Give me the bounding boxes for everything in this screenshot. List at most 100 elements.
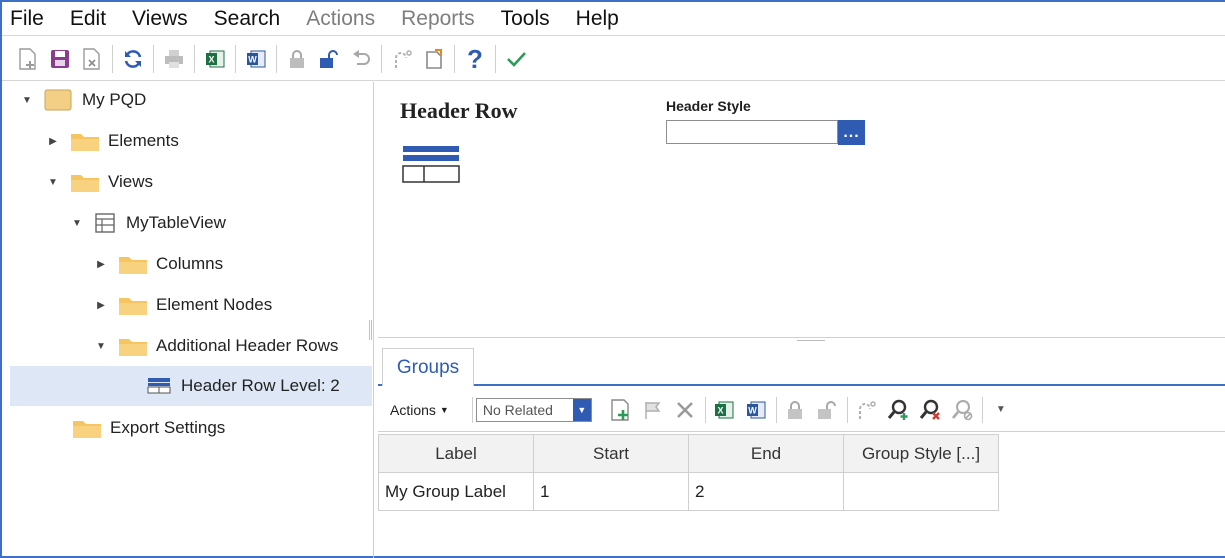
refresh-icon[interactable] [117, 43, 149, 75]
menu-views[interactable]: Views [118, 2, 200, 36]
save-icon[interactable] [44, 43, 76, 75]
detail-panel: Header Row Header Style ... [378, 82, 1225, 338]
lock-icon[interactable] [281, 43, 313, 75]
folder-icon [72, 417, 102, 439]
cell-label[interactable]: My Group Label [378, 472, 534, 511]
redo-icon[interactable] [851, 395, 881, 425]
tree-item-export-settings[interactable]: Export Settings [70, 410, 225, 446]
tree-label: Header Row Level: 2 [181, 376, 340, 395]
tree-item-element-nodes[interactable]: ▶ Element Nodes [94, 287, 272, 323]
actions-dropdown[interactable]: Actions ▼ [390, 402, 449, 418]
tree-label: Element Nodes [156, 295, 273, 314]
chevron-down-icon[interactable]: ▼ [94, 339, 108, 353]
menu-edit[interactable]: Edit [56, 2, 118, 36]
toolbar-separator [471, 396, 473, 423]
toolbar-separator [235, 44, 236, 73]
tree-item-views[interactable]: ▼ Views [46, 164, 153, 200]
tree-item-columns[interactable]: ▶ Columns [94, 246, 223, 282]
related-combo[interactable]: No Related ▼ [475, 397, 592, 422]
chevron-right-icon[interactable]: ▶ [94, 257, 108, 271]
toolbar-separator [981, 396, 983, 423]
svg-text:W: W [248, 54, 257, 64]
header-style-input[interactable] [666, 120, 838, 144]
word-icon[interactable]: W [240, 43, 272, 75]
excel-icon[interactable]: X [199, 43, 231, 75]
find-remove-icon[interactable] [915, 395, 945, 425]
column-header-end[interactable]: End [688, 434, 844, 473]
main-toolbar: X W ? [2, 37, 1225, 81]
toolbar-separator [381, 44, 382, 73]
menu-file[interactable]: File [2, 2, 56, 36]
tree-item-my-pqd[interactable]: ▼ My PQD [20, 82, 146, 118]
cell-end[interactable]: 2 [688, 472, 844, 511]
horizontal-splitter-grip[interactable] [797, 340, 825, 342]
lock-icon[interactable] [780, 395, 810, 425]
add-row-icon[interactable] [606, 395, 636, 425]
excel-icon[interactable]: X [709, 395, 739, 425]
redo-icon[interactable] [386, 43, 418, 75]
groups-toolbar: Actions ▼ No Related ▼ X W ▼ [378, 388, 1225, 432]
check-icon[interactable] [500, 43, 532, 75]
column-header-start[interactable]: Start [533, 434, 689, 473]
chevron-right-icon[interactable]: ▶ [94, 298, 108, 312]
column-header-group-style[interactable]: Group Style [...] [843, 434, 999, 473]
toolbar-separator [153, 44, 154, 73]
menu-help[interactable]: Help [562, 2, 631, 36]
toolbar-separator [704, 396, 706, 423]
menu-actions[interactable]: Actions [292, 2, 387, 36]
tree-item-mytableview[interactable]: ▼ MyTableView [70, 205, 226, 241]
find-add-icon[interactable] [883, 395, 913, 425]
toolbar-separator [112, 44, 113, 73]
word-icon[interactable]: W [741, 395, 771, 425]
undo-icon[interactable] [345, 43, 377, 75]
menu-tools[interactable]: Tools [487, 2, 562, 36]
menu-reports[interactable]: Reports [387, 2, 487, 36]
chevron-down-icon[interactable]: ▼ [46, 175, 60, 189]
chevron-down-icon[interactable]: ▼ [20, 93, 34, 107]
page-title: Header Row [400, 98, 518, 123]
toolbar-separator [276, 44, 277, 73]
more-dropdown-icon[interactable]: ▼ [986, 395, 1016, 425]
find-clear-icon[interactable] [947, 395, 977, 425]
chevron-right-icon[interactable]: ▶ [46, 134, 60, 148]
tree-item-elements[interactable]: ▶ Elements [46, 123, 179, 159]
unlock-icon[interactable] [812, 395, 842, 425]
tree-item-header-row-level[interactable]: Header Row Level: 2 [10, 366, 372, 406]
svg-text:?: ? [467, 46, 483, 72]
column-header-label[interactable]: Label [378, 434, 534, 473]
cell-start[interactable]: 1 [533, 472, 689, 511]
tab-strip: Groups [378, 346, 1225, 386]
tree-item-additional-header-rows[interactable]: ▼ Additional Header Rows [94, 328, 338, 364]
tree-label: Views [108, 172, 154, 191]
toolbar-separator [775, 396, 777, 423]
header-row-large-icon [402, 144, 460, 191]
header-row-icon [147, 375, 173, 397]
tree-label: MyTableView [126, 213, 226, 232]
folder-icon [70, 130, 100, 152]
folder-icon [70, 171, 100, 193]
cell-group-style[interactable] [843, 472, 999, 511]
menu-search[interactable]: Search [200, 2, 293, 36]
vertical-splitter-grip[interactable] [369, 320, 372, 340]
tree-label: My PQD [82, 90, 147, 109]
help-icon[interactable]: ? [459, 43, 491, 75]
tree-label: Export Settings [110, 418, 226, 437]
print-icon[interactable] [158, 43, 190, 75]
navigation-tree: ▼ My PQD ▶ Elements ▼ Views ▼ MyTableVie… [2, 82, 374, 558]
chevron-down-icon[interactable]: ▼ [70, 216, 84, 230]
table-header-row: Label Start End Group Style [...] [378, 434, 999, 473]
browse-button[interactable]: ... [838, 120, 865, 145]
tree-label: Columns [156, 254, 224, 273]
table-view-icon [94, 212, 118, 234]
new-icon[interactable] [12, 43, 44, 75]
toolbar-separator [495, 44, 496, 73]
flag-icon[interactable] [638, 395, 668, 425]
clipboard-icon[interactable] [418, 43, 450, 75]
table-row[interactable]: My Group Label 1 2 [378, 472, 999, 511]
close-doc-icon[interactable] [76, 43, 108, 75]
tab-groups[interactable]: Groups [382, 348, 474, 386]
toolbar-separator [454, 44, 455, 73]
unlock-icon[interactable] [313, 43, 345, 75]
delete-icon[interactable] [670, 395, 700, 425]
chevron-down-icon[interactable]: ▼ [572, 398, 591, 421]
